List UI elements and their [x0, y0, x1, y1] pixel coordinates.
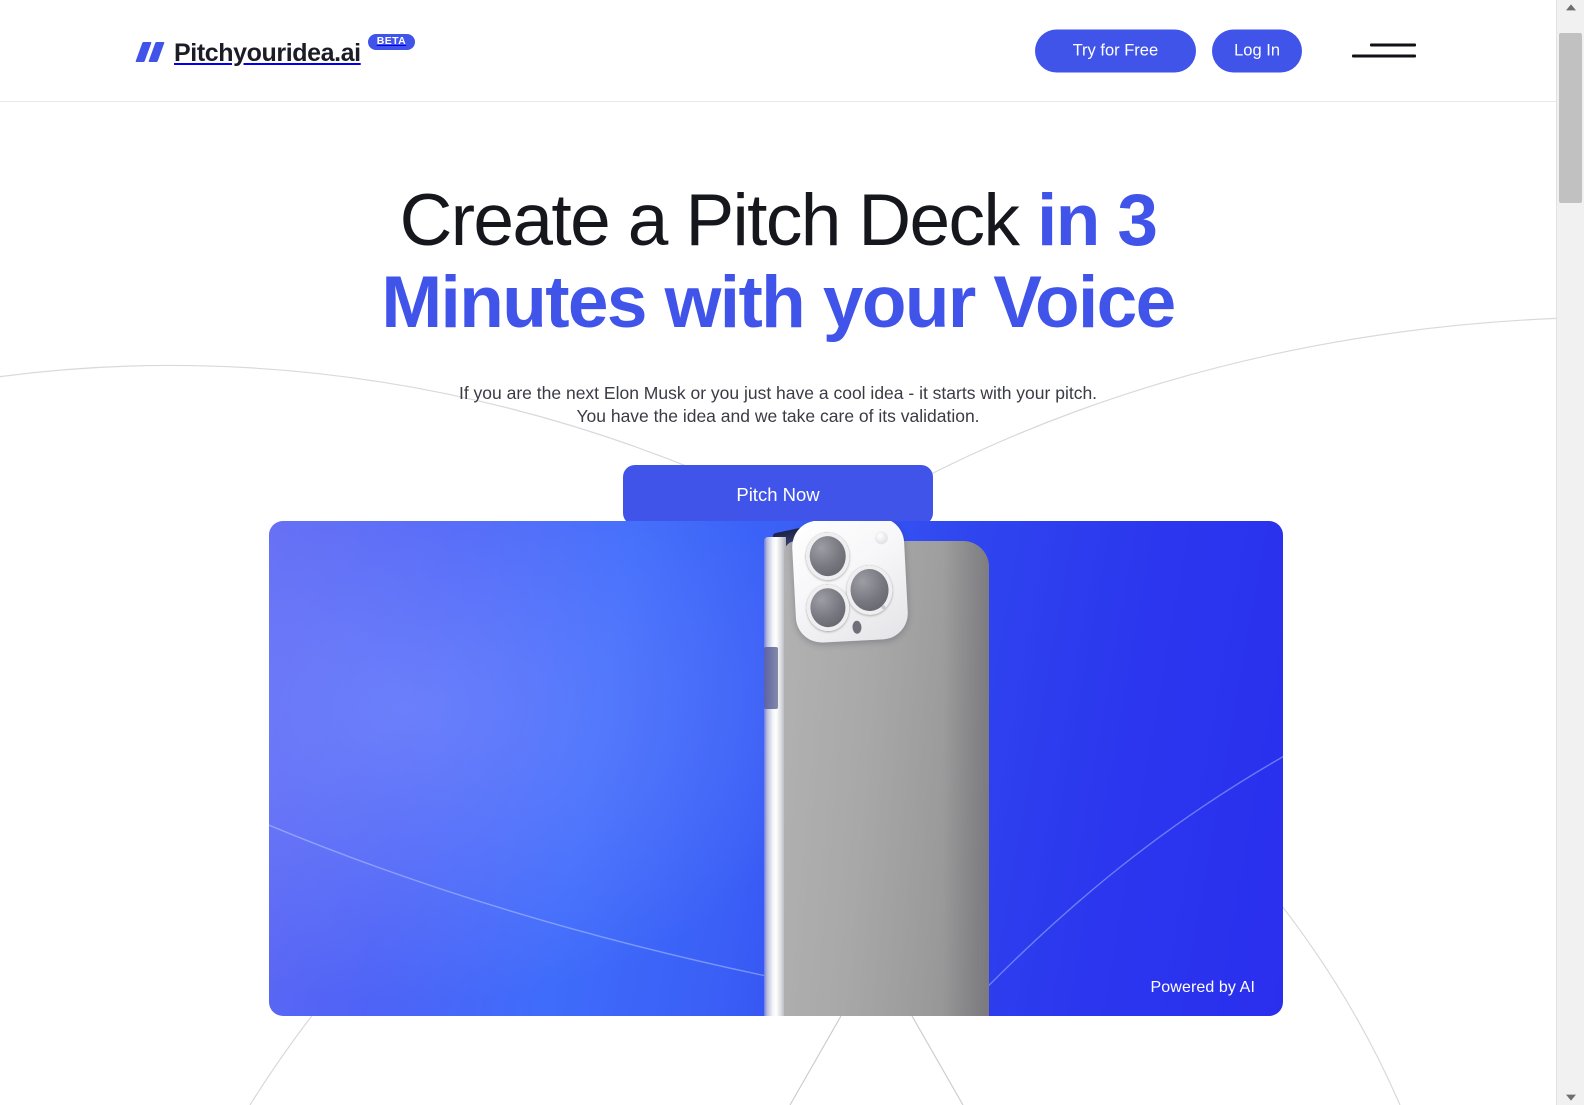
phone-camera-module-icon [790, 521, 910, 644]
phone-side-edge [764, 537, 786, 1016]
brand-logo[interactable]: Pitchyouridea.ai BETA [135, 33, 416, 67]
hero-image: Powered by AI [269, 521, 1283, 1016]
hamburger-menu-icon[interactable] [1352, 38, 1416, 64]
camera-lens [805, 583, 851, 633]
vertical-scrollbar[interactable] [1556, 0, 1584, 1105]
hero-subtitle-line-2: You have the idea and we take care of it… [576, 406, 980, 426]
header-actions: Try for Free Log In [1034, 29, 1416, 72]
hero-subtitle-line-1: If you are the next Elon Musk or you jus… [458, 383, 1098, 403]
hero-section: Create a Pitch Deck in 3 Minutes with yo… [0, 102, 1556, 525]
hero-title-accent-2: Minutes with your Voice [381, 262, 1176, 343]
phone-body-shading [943, 541, 989, 1016]
hero-subtitle: If you are the next Elon Musk or you jus… [0, 382, 1556, 428]
pitch-now-button[interactable]: Pitch Now [623, 465, 933, 525]
powered-by-caption: Powered by AI [1150, 979, 1255, 996]
beta-badge: BETA [367, 33, 416, 50]
double-slash-logo-icon [135, 41, 165, 62]
phone-side-button [764, 647, 778, 709]
hero-title-accent-1: in 3 [1037, 180, 1158, 261]
scrollbar-track[interactable] [1557, 16, 1584, 1089]
hero-title-plain: Create a Pitch Deck [399, 180, 1038, 261]
camera-lens [804, 531, 851, 582]
scrollbar-thumb[interactable] [1559, 33, 1582, 203]
scroll-down-arrow-icon[interactable] [1557, 1089, 1584, 1105]
below-hero-decorative-lines [789, 1016, 964, 1105]
camera-lens [845, 563, 894, 617]
log-in-button[interactable]: Log In [1212, 29, 1302, 72]
page-viewport: Pitchyouridea.ai BETA Try for Free Log I… [0, 0, 1556, 1105]
brand-name: Pitchyouridea.ai [174, 38, 361, 67]
smartphone-illustration [764, 521, 989, 1016]
browser-page: Pitchyouridea.ai BETA Try for Free Log I… [0, 0, 1584, 1105]
scroll-up-arrow-icon[interactable] [1557, 0, 1584, 16]
camera-lidar-sensor-icon [852, 620, 862, 634]
camera-flash-icon [874, 530, 889, 545]
try-for-free-button[interactable]: Try for Free [1034, 29, 1197, 72]
site-header: Pitchyouridea.ai BETA Try for Free Log I… [0, 0, 1556, 102]
page-title: Create a Pitch Deck in 3 Minutes with yo… [0, 180, 1556, 344]
